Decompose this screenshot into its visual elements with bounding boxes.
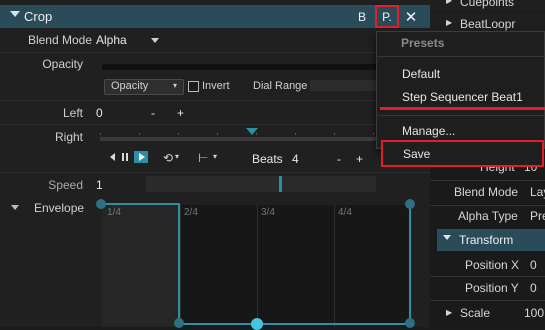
beats-label: Beats — [252, 152, 283, 166]
preset-step-sequencer-beat1[interactable]: Step Sequencer Beat1 — [402, 90, 523, 104]
blend-mode-label: Blend Mode — [27, 33, 92, 47]
dropdown-arrow-icon: ▾ — [173, 81, 178, 90]
row-divider — [430, 180, 545, 181]
dial-range-slider[interactable] — [310, 80, 376, 91]
position-x-label: Position X — [465, 258, 520, 272]
invert-label: Invert — [202, 80, 230, 92]
row-divider — [0, 172, 430, 173]
beats-plus-button[interactable]: + — [356, 152, 363, 166]
preset-save-label: Save — [403, 147, 431, 161]
beats-value[interactable]: 4 — [292, 152, 299, 166]
pause-icon[interactable] — [122, 153, 124, 161]
trigger-dropdown-icon[interactable]: ▾ — [213, 152, 217, 161]
close-icon[interactable]: ✕ — [401, 7, 421, 26]
envelope-node[interactable] — [405, 199, 415, 209]
row-divider — [430, 276, 545, 277]
loop-icon[interactable]: ⟲ — [163, 151, 173, 165]
envelope-playhead-node[interactable] — [251, 318, 263, 330]
expand-icon: ▶ — [446, 18, 453, 27]
left-label: Left — [62, 106, 83, 120]
blend-mode-label-right: Blend Mode — [454, 185, 519, 199]
envelope-node[interactable] — [96, 199, 106, 209]
right-slider-ticks — [100, 133, 376, 135]
row-divider — [0, 124, 430, 125]
presets-menu-title: Presets — [401, 36, 445, 50]
row-divider — [430, 300, 545, 301]
row-divider — [0, 52, 430, 53]
reverse-play-icon[interactable] — [110, 153, 115, 161]
alpha-type-label: Alpha Type — [458, 209, 518, 223]
opacity-dropdown-label: Opacity — [111, 80, 149, 92]
loop-dropdown-icon[interactable]: ▾ — [175, 152, 179, 161]
scale-label: Scale — [460, 306, 491, 320]
menu-divider — [376, 115, 545, 116]
speed-label: Speed — [48, 178, 83, 192]
cuepoints-row[interactable]: ▶ Cuepoints — [430, 0, 545, 12]
blend-mode-value[interactable]: Alpha — [96, 33, 127, 47]
trigger-mode-icon[interactable]: ⊢ — [198, 151, 208, 165]
envelope-curve[interactable] — [95, 195, 420, 327]
blend-mode-dropdown-icon[interactable] — [151, 38, 159, 43]
row-divider — [0, 100, 430, 101]
preset-save[interactable]: Save — [381, 140, 544, 167]
presets-button[interactable]: P. — [375, 5, 399, 28]
position-y-label: Position Y — [465, 281, 519, 295]
alpha-type-value[interactable]: Pre — [530, 209, 545, 223]
left-value[interactable]: 0 — [96, 106, 103, 120]
transform-header[interactable]: Transform — [437, 229, 545, 251]
right-label: Right — [54, 130, 83, 144]
bypass-button[interactable]: B — [352, 7, 372, 26]
beats-minus-button[interactable]: - — [337, 152, 341, 166]
collapse-triangle-icon — [443, 235, 451, 240]
collapse-triangle-icon[interactable] — [10, 11, 20, 17]
preset-manage[interactable]: Manage... — [402, 124, 455, 138]
play-button[interactable] — [134, 151, 148, 163]
speed-value[interactable]: 1 — [96, 178, 103, 192]
preset-default[interactable]: Default — [402, 67, 440, 81]
dial-range-label: Dial Range — [253, 80, 308, 92]
crop-title: Crop — [24, 9, 53, 24]
opacity-slider[interactable] — [102, 64, 376, 70]
opacity-label: Opacity — [42, 57, 83, 71]
speed-slider-handle[interactable] — [279, 176, 282, 192]
crop-header[interactable]: Crop B P. ✕ — [0, 5, 430, 28]
envelope-expand-icon[interactable] — [11, 205, 19, 210]
expand-icon: ▶ — [446, 0, 453, 5]
invert-checkbox[interactable] — [188, 81, 199, 92]
left-plus-button[interactable]: + — [177, 106, 184, 120]
right-slider[interactable] — [100, 137, 376, 141]
position-x-value[interactable]: 0 — [530, 258, 537, 272]
position-y-value[interactable]: 0 — [530, 281, 537, 295]
opacity-param-dropdown[interactable]: Opacity ▾ — [104, 79, 184, 95]
speed-slider[interactable] — [146, 176, 376, 192]
highlight-underline — [380, 107, 545, 110]
play-icon — [139, 153, 145, 161]
blend-mode-value-right[interactable]: Lay — [530, 185, 545, 199]
beatloopr-label: BeatLoopr — [460, 17, 516, 31]
menu-divider — [376, 56, 545, 57]
cuepoints-label: Cuepoints — [460, 0, 515, 9]
left-minus-button[interactable]: - — [151, 106, 155, 120]
envelope-label: Envelope — [34, 201, 85, 215]
transform-label: Transform — [459, 233, 514, 247]
scale-value[interactable]: 100 — [524, 306, 544, 320]
row-divider — [430, 205, 545, 206]
expand-icon[interactable]: ▶ — [446, 308, 452, 317]
